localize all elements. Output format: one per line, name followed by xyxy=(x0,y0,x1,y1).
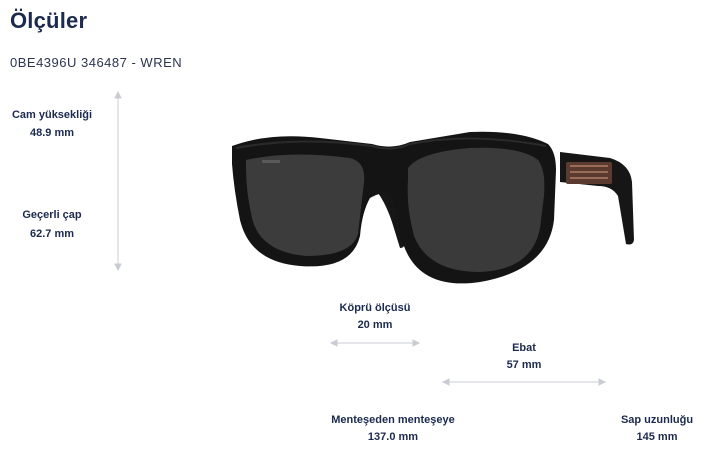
lens-height-label: Cam yüksekliği xyxy=(11,109,93,121)
size-label: Ebat xyxy=(512,342,536,354)
bridge-value: 20 mm xyxy=(357,319,393,331)
size-value: 57 mm xyxy=(506,359,542,371)
temple-length-label: Sap uzunluğu xyxy=(620,414,694,426)
lens-height-value: 48.9 mm xyxy=(29,127,75,139)
sunglasses-product-image xyxy=(232,131,634,284)
effective-diameter-label: Geçerli çap xyxy=(22,209,82,221)
right-lens xyxy=(407,147,545,272)
lens-logo-mark xyxy=(262,160,280,163)
bridge-label: Köprü ölçüsü xyxy=(339,302,411,314)
temple-logo-detail xyxy=(566,162,612,184)
effective-diameter-value: 62.7 mm xyxy=(29,228,75,240)
hinge-to-hinge-value: 137.0 mm xyxy=(367,431,419,443)
hinge-to-hinge-label: Menteşeden menteşeye xyxy=(331,414,455,426)
temple-length-value: 145 mm xyxy=(636,431,678,443)
